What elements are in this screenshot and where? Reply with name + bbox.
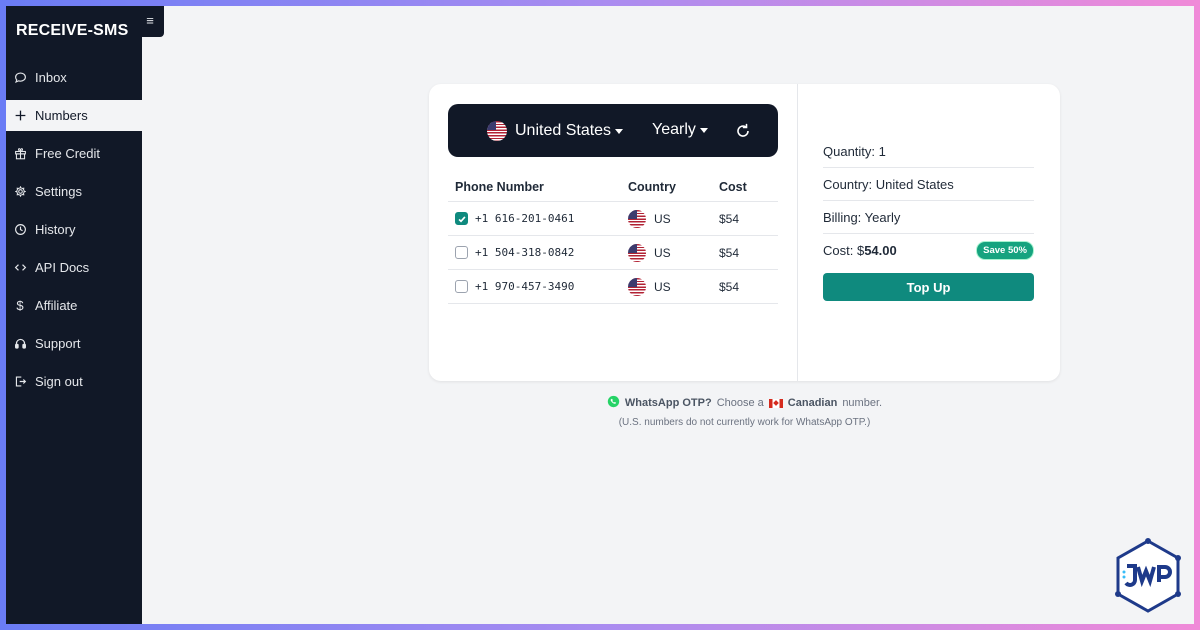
numbers-table: Phone Number Country Cost +1 616-201-046… xyxy=(448,172,778,304)
phone-number: +1 970-457-3490 xyxy=(475,280,575,293)
sidebar-item-label: History xyxy=(35,222,76,237)
canada-flag-icon xyxy=(768,398,783,408)
headset-icon xyxy=(13,337,27,351)
country-dropdown[interactable]: United States xyxy=(487,121,624,141)
header-country: Country xyxy=(628,179,676,194)
sidebar-item-label: Numbers xyxy=(35,108,88,123)
sidebar-item-api-docs[interactable]: API Docs xyxy=(6,252,142,283)
note-line: WhatsApp OTP? Choose a Canadian number. xyxy=(429,395,1060,411)
note-disclaimer: (U.S. numbers do not currently work for … xyxy=(618,417,871,428)
sidebar: RECEIVE-SMS Inbox Numbers Free Credit Se… xyxy=(6,6,142,624)
us-flag-icon xyxy=(628,209,646,228)
summary-billing: Billing: Yearly xyxy=(823,201,1034,234)
country-code: US xyxy=(654,245,671,260)
sidebar-item-label: Settings xyxy=(35,184,82,199)
cost-amount: 54.00 xyxy=(864,243,897,258)
country-code: US xyxy=(654,211,671,226)
sidebar-item-settings[interactable]: Settings xyxy=(6,176,142,207)
phone-number: +1 616-201-0461 xyxy=(475,212,575,225)
top-up-button[interactable]: Top Up xyxy=(823,273,1034,301)
header-cost: Cost xyxy=(719,179,747,194)
country-code: US xyxy=(654,279,671,294)
row-checkbox[interactable] xyxy=(455,280,468,293)
summary-cost-text: Cost: $54.00 xyxy=(823,243,897,258)
gear-icon xyxy=(13,185,27,199)
sidebar-item-label: Free Credit xyxy=(35,146,101,161)
purchase-card: United States Yearly Phone Number Countr… xyxy=(429,84,1060,381)
refresh-icon[interactable] xyxy=(734,122,752,140)
save-badge: Save 50% xyxy=(976,241,1034,260)
sidebar-nav: Inbox Numbers Free Credit Settings Histo… xyxy=(6,62,142,404)
sidebar-item-history[interactable]: History xyxy=(6,214,142,245)
sidebar-item-label: Support xyxy=(35,336,81,351)
note-number: number. xyxy=(842,397,883,409)
summary-country: Country: United States xyxy=(823,168,1034,201)
whatsapp-note: WhatsApp OTP? Choose a Canadian number. … xyxy=(429,395,1060,428)
sidebar-item-sign-out[interactable]: Sign out xyxy=(6,366,142,397)
sidebar-item-label: Affiliate xyxy=(35,298,78,313)
us-flag-icon xyxy=(487,121,507,141)
cost-value: $54 xyxy=(719,245,740,260)
gift-icon xyxy=(13,147,27,161)
selector-bar: United States Yearly xyxy=(448,104,778,157)
table-row[interactable]: +1 970-457-3490 US $54 xyxy=(448,270,778,304)
cost-value: $54 xyxy=(719,211,740,226)
cost-value: $54 xyxy=(719,279,740,294)
sidebar-item-free-credit[interactable]: Free Credit xyxy=(6,138,142,169)
caret-down-icon xyxy=(615,128,624,134)
sidebar-item-label: Sign out xyxy=(35,374,83,389)
phone-number: +1 504-318-0842 xyxy=(475,246,575,259)
sidebar-item-numbers[interactable]: Numbers xyxy=(6,100,142,131)
caret-down-icon xyxy=(699,127,708,133)
menu-toggle-icon[interactable]: ≡ xyxy=(136,6,164,37)
sidebar-item-affiliate[interactable]: $ Affiliate xyxy=(6,290,142,321)
us-flag-icon xyxy=(628,277,646,296)
chat-bubble-icon xyxy=(13,71,27,85)
dollar-icon: $ xyxy=(16,298,24,313)
billing-dropdown[interactable]: Yearly xyxy=(652,121,708,139)
code-icon xyxy=(13,261,27,275)
sidebar-item-inbox[interactable]: Inbox xyxy=(6,62,142,93)
order-summary: Quantity: 1 Country: United States Billi… xyxy=(823,135,1034,301)
us-flag-icon xyxy=(628,243,646,262)
clock-icon xyxy=(13,223,27,237)
billing-dropdown-label: Yearly xyxy=(652,121,696,138)
table-row[interactable]: +1 616-201-0461 US $54 xyxy=(448,202,778,236)
table-header: Phone Number Country Cost xyxy=(448,172,778,202)
note-choose: Choose a xyxy=(716,397,764,409)
sign-out-icon xyxy=(13,375,27,389)
jwp-logo-icon xyxy=(1114,538,1182,614)
row-checkbox[interactable] xyxy=(455,246,468,259)
header-phone: Phone Number xyxy=(455,179,544,194)
sidebar-item-label: API Docs xyxy=(35,260,90,275)
app-window: RECEIVE-SMS Inbox Numbers Free Credit Se… xyxy=(6,6,1194,624)
sidebar-item-support[interactable]: Support xyxy=(6,328,142,359)
card-divider xyxy=(797,84,798,381)
cost-label: Cost: $ xyxy=(823,243,865,258)
table-row[interactable]: +1 504-318-0842 US $54 xyxy=(448,236,778,270)
whatsapp-icon xyxy=(607,395,620,411)
summary-cost: Cost: $54.00 Save 50% xyxy=(823,234,1034,267)
note-canadian: Canadian xyxy=(787,397,838,409)
row-checkbox[interactable] xyxy=(455,212,468,225)
brand-logo: RECEIVE-SMS xyxy=(16,22,129,39)
sidebar-item-label: Inbox xyxy=(35,70,67,85)
plus-icon xyxy=(13,109,27,123)
country-dropdown-label: United States xyxy=(515,122,612,139)
summary-quantity: Quantity: 1 xyxy=(823,135,1034,168)
whatsapp-question: WhatsApp OTP? xyxy=(624,397,712,409)
